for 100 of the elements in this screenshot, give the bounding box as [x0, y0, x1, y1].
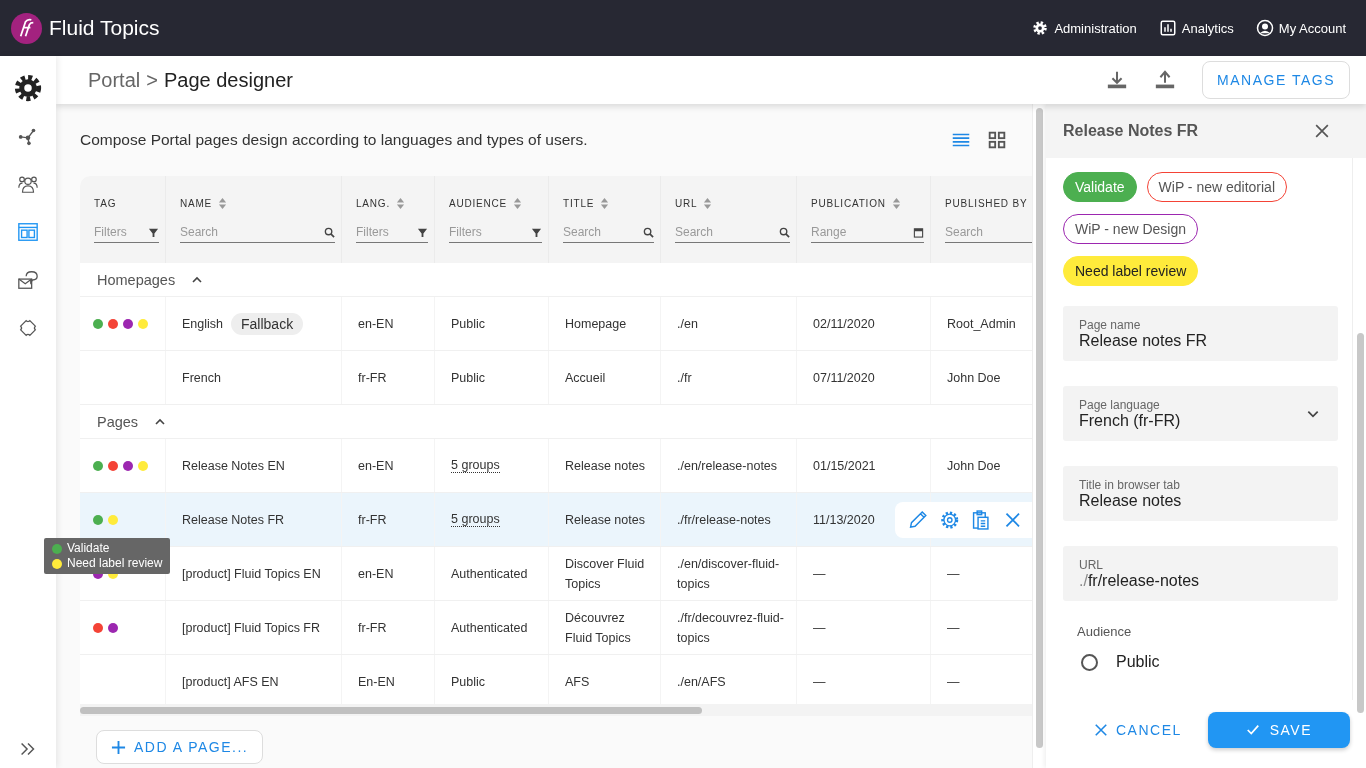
tag-chip[interactable]: Need label review: [1063, 256, 1199, 286]
scrollbar-thumb[interactable]: [1036, 108, 1043, 748]
table-cell: Release Notes EN: [182, 458, 285, 473]
table-cell: Public: [451, 674, 486, 689]
scrollbar-thumb[interactable]: [1357, 333, 1364, 713]
table-cell-text: AFS: [565, 673, 590, 691]
breadcrumb-link[interactable]: Portal: [88, 68, 141, 92]
messages-icon[interactable]: [17, 269, 39, 291]
table-cell-text: ./fr/decouvrez-fluid-topics: [677, 609, 785, 647]
group-title: Homepages: [97, 271, 176, 288]
check-icon: [1245, 723, 1260, 737]
table-cell: Release Notes FR: [182, 512, 285, 527]
gear-icon[interactable]: [13, 73, 43, 103]
audience-link[interactable]: 5 groups: [451, 458, 500, 473]
table-cell: —: [947, 674, 960, 689]
audience-label: Audience: [1077, 624, 1133, 639]
grid-view-icon[interactable]: [986, 129, 1008, 151]
table-row[interactable]: English Fallback en-EN Public Homepage ./en 02/11/2020 Root_Admin: [80, 297, 1032, 351]
table-cell: en-EN: [358, 458, 394, 473]
table-cell-text: Découvrez Fluid Topics: [565, 609, 632, 647]
text-field[interactable]: Page name Release notes FR: [1063, 306, 1338, 361]
search-icon: [324, 226, 335, 238]
table-cell-text: ./fr/release-notes: [677, 511, 771, 529]
radio-label: Public: [1116, 653, 1160, 671]
sort-icon[interactable]: [218, 196, 228, 210]
tag-chip[interactable]: WiP - new Design: [1063, 214, 1198, 244]
filter-icon: [148, 226, 159, 238]
calendar-icon: [913, 226, 924, 238]
bar-chart-icon: [1158, 19, 1177, 37]
breadcrumb-separator: >: [146, 68, 158, 92]
cancel-button[interactable]: CANCEL: [1088, 721, 1188, 739]
table-cell: 01/15/2021: [813, 458, 876, 473]
sort-icon[interactable]: [891, 196, 901, 210]
app-name: Fluid Topics: [49, 16, 160, 40]
plus-icon: [111, 739, 126, 755]
table-cell: fr-FR: [358, 620, 387, 635]
download-icon[interactable]: [1106, 69, 1129, 91]
column-header: TAG: [94, 197, 117, 209]
table-cell: 02/11/2020: [813, 316, 875, 331]
table-row[interactable]: [product] Fluid Topics FR fr-FR Authenticated Découvrez Fluid Topics ./fr/decouvrez-fluid-topics — —: [80, 601, 1032, 655]
table-cell: John Doe: [947, 370, 1001, 385]
language-dropdown[interactable]: Page language French (fr-FR): [1063, 386, 1338, 441]
table-cell: Root_Admin: [947, 316, 1016, 331]
close-icon: [1094, 723, 1108, 737]
table-cell: [product] Fluid Topics EN: [182, 566, 321, 581]
upload-icon[interactable]: [1154, 69, 1177, 91]
table-cell: —: [813, 566, 826, 581]
audience-link[interactable]: 5 groups: [451, 512, 500, 527]
logo-icon: [11, 12, 42, 44]
table-cell-text: ./fr: [677, 369, 692, 387]
table-cell: En-EN: [358, 674, 395, 689]
pencil-icon[interactable]: [907, 509, 929, 531]
layout-icon[interactable]: [17, 221, 39, 243]
table-cell-text: ./en/release-notes: [677, 457, 778, 475]
add-page-button[interactable]: ADD A PAGE...: [96, 730, 264, 764]
table-cell: [product] Fluid Topics FR: [182, 620, 321, 635]
page-title: Page designer: [163, 68, 293, 92]
filter-icon: [417, 226, 428, 238]
top-nav-link[interactable]: Analytics: [1158, 19, 1234, 37]
sort-icon[interactable]: [703, 196, 713, 210]
column-header: PUBLICATION: [811, 197, 886, 209]
tag-chip[interactable]: WiP - new editorial: [1146, 172, 1287, 202]
table-row[interactable]: Release Notes EN en-EN 5 groups Release notes ./en/release-notes 01/15/2021 John Doe: [80, 439, 1032, 493]
table-cell: [product] AFS EN: [182, 674, 279, 689]
table-cell: en-EN: [358, 566, 394, 581]
sort-icon[interactable]: [396, 196, 405, 210]
table-row[interactable]: French fr-FR Public Accueil ./fr 07/11/2020 John Doe: [80, 351, 1032, 405]
table-cell-text: Release notes: [565, 457, 645, 475]
table-cell-text: Accueil: [565, 369, 606, 387]
text-field[interactable]: URL ./fr/release-notes: [1063, 546, 1338, 601]
sort-icon[interactable]: [600, 196, 610, 210]
description-text: Compose Portal pages design according to languages and types of users.: [80, 131, 588, 149]
table-cell: John Doe: [947, 458, 1001, 473]
scrollbar-thumb[interactable]: [80, 706, 702, 714]
panel-title: Release Notes FR: [1063, 122, 1199, 140]
table-cell-text: Discover Fluid Topics: [565, 555, 646, 593]
table-cell: fr-FR: [358, 370, 387, 385]
table-cell: fr-FR: [358, 512, 387, 527]
settings-icon[interactable]: [938, 509, 960, 531]
table-cell: en-EN: [358, 316, 394, 331]
fallback-badge: Fallback: [231, 312, 304, 335]
top-nav-link[interactable]: My Account: [1255, 19, 1346, 37]
clipboard-icon[interactable]: [970, 509, 992, 531]
table-cell: Authenticated: [451, 566, 528, 581]
manage-tags-button[interactable]: MANAGE TAGS: [1202, 61, 1350, 99]
table-cell: Public: [451, 316, 486, 331]
table-cell: French: [182, 370, 221, 385]
radio-button[interactable]: [1081, 653, 1098, 671]
column-header: PUBLISHED BY: [945, 197, 1028, 209]
table-cell: —: [947, 620, 960, 635]
sort-icon[interactable]: [513, 196, 523, 210]
search-icon: [779, 226, 790, 238]
table-cell-text: Release notes: [565, 511, 645, 529]
text-field[interactable]: Title in browser tab Release notes: [1063, 466, 1338, 521]
table-cell-text: ./en/AFS: [677, 673, 726, 691]
account-icon: [1255, 19, 1274, 37]
top-nav-link[interactable]: Administration: [1031, 19, 1137, 37]
column-header: TITLE: [563, 197, 595, 209]
search-icon: [643, 226, 654, 238]
table-cell-text: ./en/discover-fluid-topics: [677, 555, 781, 593]
